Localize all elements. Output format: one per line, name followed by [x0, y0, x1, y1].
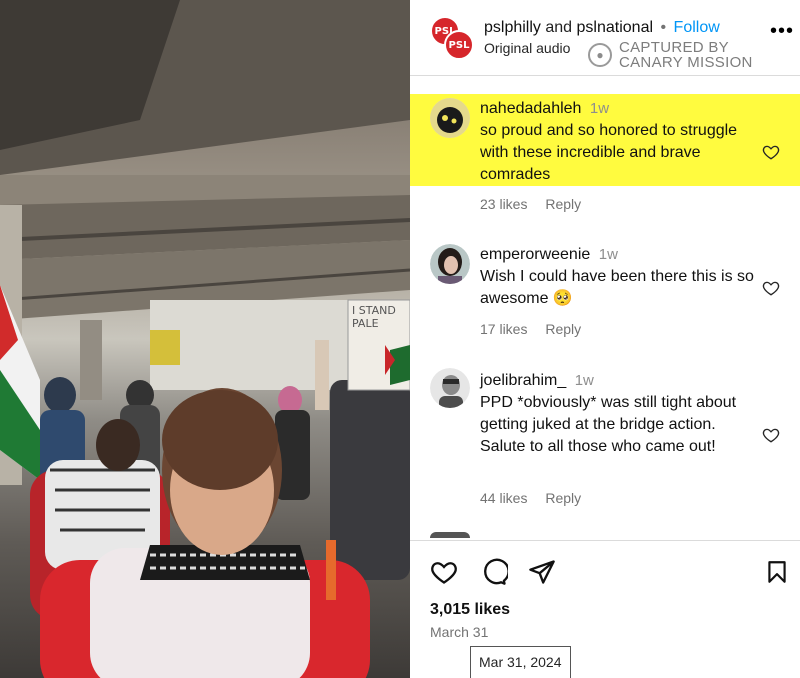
save-bookmark-icon[interactable]	[764, 558, 790, 586]
reply-button[interactable]: Reply	[545, 196, 581, 212]
comment-time[interactable]: 1w	[575, 372, 594, 389]
like-heart-icon[interactable]	[430, 558, 458, 586]
avatar-image	[430, 244, 470, 284]
more-options-icon[interactable]: •••	[770, 21, 794, 41]
divider	[410, 540, 800, 541]
follow-button[interactable]: Follow	[674, 19, 720, 36]
username-pslnational[interactable]: pslnational	[577, 19, 654, 36]
avatar-image	[430, 368, 470, 408]
collab-avatars[interactable]: PSL PSL	[430, 16, 484, 62]
next-comment-avatar	[430, 532, 470, 538]
comment-username[interactable]: emperorweenie	[480, 246, 590, 263]
comment-item: nahedadahleh 1w so proud and so honored …	[410, 94, 800, 186]
comment-body: nahedadahleh 1w so proud and so honored …	[480, 98, 760, 186]
original-audio-link[interactable]: Original audio	[484, 40, 570, 56]
comment-meta: 17 likes Reply	[480, 321, 595, 337]
avatar[interactable]	[430, 98, 470, 138]
post-actions	[430, 558, 790, 588]
comment-username[interactable]: nahedadahleh	[480, 100, 581, 117]
like-comment-heart-icon[interactable]	[762, 143, 780, 161]
post-header: PSL PSL pslphilly and pslnational • Foll…	[410, 0, 800, 76]
canary-mission-watermark: ● CAPTURED BY CANARY MISSION	[588, 40, 753, 70]
protest-scene-image	[0, 0, 410, 678]
comment-text: Wish I could have been there this is so …	[480, 268, 754, 307]
canary-logo-icon: ●	[588, 43, 612, 67]
comments-list[interactable]: nahedadahleh 1w so proud and so honored …	[410, 76, 800, 538]
comment-likes[interactable]: 23 likes	[480, 196, 527, 212]
date-tooltip: Mar 31, 2024	[470, 646, 571, 678]
avatar-pslnational[interactable]: PSL	[444, 30, 474, 60]
comment-likes[interactable]: 17 likes	[480, 321, 527, 337]
comment-time[interactable]: 1w	[590, 100, 609, 117]
comment-body: joelibrahim_ 1w PPD *obviously* was stil…	[480, 370, 760, 458]
comment-likes[interactable]: 44 likes	[480, 490, 527, 506]
share-paper-plane-icon[interactable]	[528, 558, 556, 586]
comment-item: emperorweenie 1w Wish I could have been …	[410, 240, 800, 310]
post-details-panel: PSL PSL pslphilly and pslnational • Foll…	[410, 0, 800, 678]
comment-text: PPD *obviously* was still tight about ge…	[480, 394, 737, 455]
watermark-text: CAPTURED BY CANARY MISSION	[619, 39, 753, 71]
avatar-image	[430, 98, 470, 138]
like-comment-heart-icon[interactable]	[762, 426, 780, 444]
post-likes-count[interactable]: 3,015 likes	[430, 601, 510, 619]
comment-meta: 23 likes Reply	[480, 196, 595, 212]
reply-button[interactable]: Reply	[545, 490, 581, 506]
reply-button[interactable]: Reply	[545, 321, 581, 337]
comment-body: emperorweenie 1w Wish I could have been …	[480, 244, 760, 310]
comment-username[interactable]: joelibrahim_	[480, 372, 566, 389]
comment-bubble-icon[interactable]	[480, 558, 508, 586]
avatar[interactable]	[430, 368, 470, 408]
comment-time[interactable]: 1w	[599, 246, 618, 263]
and-text: and	[545, 19, 573, 36]
protest-sign-text: I STAND PALE	[352, 304, 396, 330]
post-authors: pslphilly and pslnational • Follow	[484, 19, 720, 37]
username-pslphilly[interactable]: pslphilly	[484, 19, 541, 36]
like-comment-heart-icon[interactable]	[762, 279, 780, 297]
comment-item: joelibrahim_ 1w PPD *obviously* was stil…	[410, 366, 800, 482]
separator-dot: •	[660, 19, 667, 36]
post-video[interactable]: I STAND PALE	[0, 0, 410, 678]
avatar[interactable]	[430, 244, 470, 284]
comment-text: so proud and so honored to struggle with…	[480, 122, 738, 183]
comment-meta: 44 likes Reply	[480, 490, 595, 506]
post-date[interactable]: March 31	[430, 624, 488, 640]
